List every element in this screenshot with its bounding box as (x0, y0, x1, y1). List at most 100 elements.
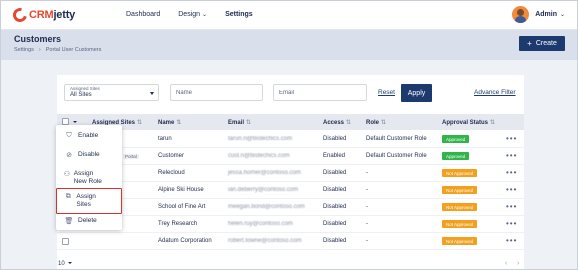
sort-icon: ⇅ (346, 120, 352, 126)
cell-email: jessa.homer@contoso.com (228, 170, 301, 176)
user-name[interactable]: Admin (535, 11, 557, 18)
assigned-sites-value: All Sites (70, 92, 92, 98)
row-actions-icon[interactable]: ••• (506, 168, 517, 177)
sort-icon: ⇅ (246, 120, 252, 126)
bulk-actions-caret-icon[interactable] (73, 121, 77, 123)
column-email[interactable]: Email ⇅ (228, 119, 251, 126)
table-row[interactable]: Adatum Corporation robert.towne@contoso.c… (57, 233, 524, 250)
breadcrumb: Settings › Portal User Customers (14, 47, 101, 53)
table-row[interactable]: Relecloud jessa.homer@contoso.com Disabled… (57, 165, 524, 182)
page-size-value: 10 (58, 261, 65, 267)
prev-page-icon[interactable]: ‹ (505, 260, 507, 267)
cell-name[interactable]: Trey Research (158, 221, 197, 227)
menu-item-label: Disable (78, 151, 100, 158)
create-button[interactable]: + Create (519, 36, 565, 51)
column-role-label: Role (366, 120, 380, 126)
cell-email: robert.towne@contoso.com (228, 238, 302, 244)
sort-icon: ⇅ (490, 120, 496, 126)
cell-email: ian.deberry@contoso.com (228, 187, 299, 193)
cell-name[interactable]: Relecloud (158, 170, 185, 176)
apply-button[interactable]: Apply (401, 84, 432, 102)
assigned-sites-select[interactable]: Assigned Sites All Sites (64, 84, 159, 101)
table-row[interactable]: tarun tarun.n@bistechics.com Disabled Defau… (57, 131, 524, 148)
reset-link[interactable]: Reset (378, 89, 395, 96)
status-badge: Not Approved (442, 237, 478, 245)
menu-item-assign-new-role[interactable]: ⚇ Assign New Role (56, 170, 108, 185)
menu-item-label: Assign New Role (73, 170, 102, 185)
column-role[interactable]: Role ⇅ (366, 119, 386, 126)
menu-item-delete[interactable]: 🗑 Delete (56, 217, 122, 225)
row-actions-icon[interactable]: ••• (506, 185, 517, 194)
row-actions-icon[interactable]: ••• (506, 202, 517, 211)
menu-item-label: Enable (78, 132, 99, 139)
column-name[interactable]: Name ⇅ (158, 119, 181, 126)
breadcrumb-separator-icon: › (38, 47, 41, 53)
menu-item-disable[interactable]: ⊘ Disable (56, 151, 122, 159)
row-actions-icon[interactable]: ••• (506, 236, 517, 245)
logo-text: jetty (53, 9, 76, 21)
cell-name[interactable]: tarun (158, 136, 172, 142)
top-navbar: CRMjetty Dashboard Design ⌄ Settings Admi… (1, 1, 577, 30)
row-checkbox[interactable] (62, 238, 69, 245)
cell-name[interactable]: Adatum Corporation (158, 238, 212, 244)
cell-email: meegan.bond@contoso.com (228, 204, 305, 210)
cell-name[interactable]: Alpine Ski House (158, 187, 204, 193)
create-button-label: Create (535, 40, 557, 47)
status-badge: Approved (442, 135, 470, 143)
table-row[interactable]: School of Fine Art meegan.bond@contoso.co… (57, 199, 524, 216)
cell-role: - (366, 221, 368, 227)
caret-down-icon (150, 92, 154, 95)
row-actions-icon[interactable]: ••• (506, 134, 517, 143)
user-menu[interactable]: Admin ⌄ (512, 6, 565, 23)
next-page-icon[interactable]: › (517, 260, 519, 267)
cell-access: Disabled (323, 136, 347, 142)
name-filter-input[interactable] (170, 84, 263, 101)
column-name-label: Name (158, 120, 175, 126)
cell-access: Disabled (323, 204, 347, 210)
user-off-icon: ⊘ (66, 152, 72, 159)
cell-role: - (366, 238, 368, 244)
role-icon: ⚇ (63, 171, 70, 178)
select-all-checkbox[interactable] (62, 118, 69, 125)
table-footer: 10 ‹ › (57, 259, 524, 269)
row-actions-icon[interactable]: ••• (506, 151, 517, 160)
nav-dashboard[interactable]: Dashboard (126, 11, 160, 18)
nav-settings[interactable]: Settings (225, 11, 253, 18)
advanced-filter-link[interactable]: Advance Filter (474, 89, 516, 96)
breadcrumb-current: Portal User Customers (45, 47, 102, 53)
page-title: Customers (14, 34, 62, 44)
table-row[interactable]: Trey Research helen.ruy@contoso.com Disabl… (57, 216, 524, 233)
cell-name[interactable]: School of Fine Art (158, 204, 205, 210)
cell-access: Enabled (323, 153, 346, 159)
user-check-icon: ⛉ (66, 132, 72, 139)
avatar[interactable] (512, 6, 530, 23)
assigned-site-tag: Portal (123, 154, 139, 159)
table-row[interactable]: Portal Customer cust.n@bistechics.com Enabl… (57, 148, 524, 165)
app-window: CRMjetty Dashboard Design ⌄ Settings Admi… (0, 0, 578, 270)
column-approval-status-label: Approval Status (442, 120, 489, 126)
cell-access: Disabled (323, 238, 347, 244)
menu-item-enable[interactable]: ⛉ Enable (56, 132, 122, 140)
cell-email: tarun.n@bistechics.com (228, 136, 293, 142)
logo[interactable]: CRMjetty (10, 5, 76, 25)
status-badge: Not Approved (442, 169, 478, 177)
caret-down-icon (67, 262, 72, 265)
column-approval-status[interactable]: Approval Status ⇅ (442, 119, 495, 126)
annotation-highlight-box (56, 188, 122, 214)
nav-design[interactable]: Design ⌄ (178, 11, 207, 18)
assigned-sites-label: Assigned Sites (70, 86, 100, 91)
sort-icon: ⇅ (381, 120, 387, 126)
cell-name[interactable]: Customer (158, 153, 184, 159)
cell-role: - (366, 187, 368, 193)
row-actions-icon[interactable]: ••• (506, 219, 517, 228)
cell-role: - (366, 170, 368, 176)
cell-email: helen.ruy@contoso.com (228, 221, 293, 227)
page-size-select[interactable]: 10 (58, 261, 72, 267)
table-header: Assigned Sites ⇅ Name ⇅ Email ⇅ Access ⇅ Rol… (57, 114, 524, 130)
column-access[interactable]: Access ⇅ (323, 119, 351, 126)
email-filter-input[interactable] (273, 84, 367, 101)
table-row[interactable]: Alpine Ski House ian.deberry@contoso.com D… (57, 182, 524, 199)
trash-icon: 🗑 (64, 218, 74, 225)
breadcrumb-settings[interactable]: Settings (14, 47, 34, 53)
cell-role: Default Customer Role (366, 136, 427, 142)
